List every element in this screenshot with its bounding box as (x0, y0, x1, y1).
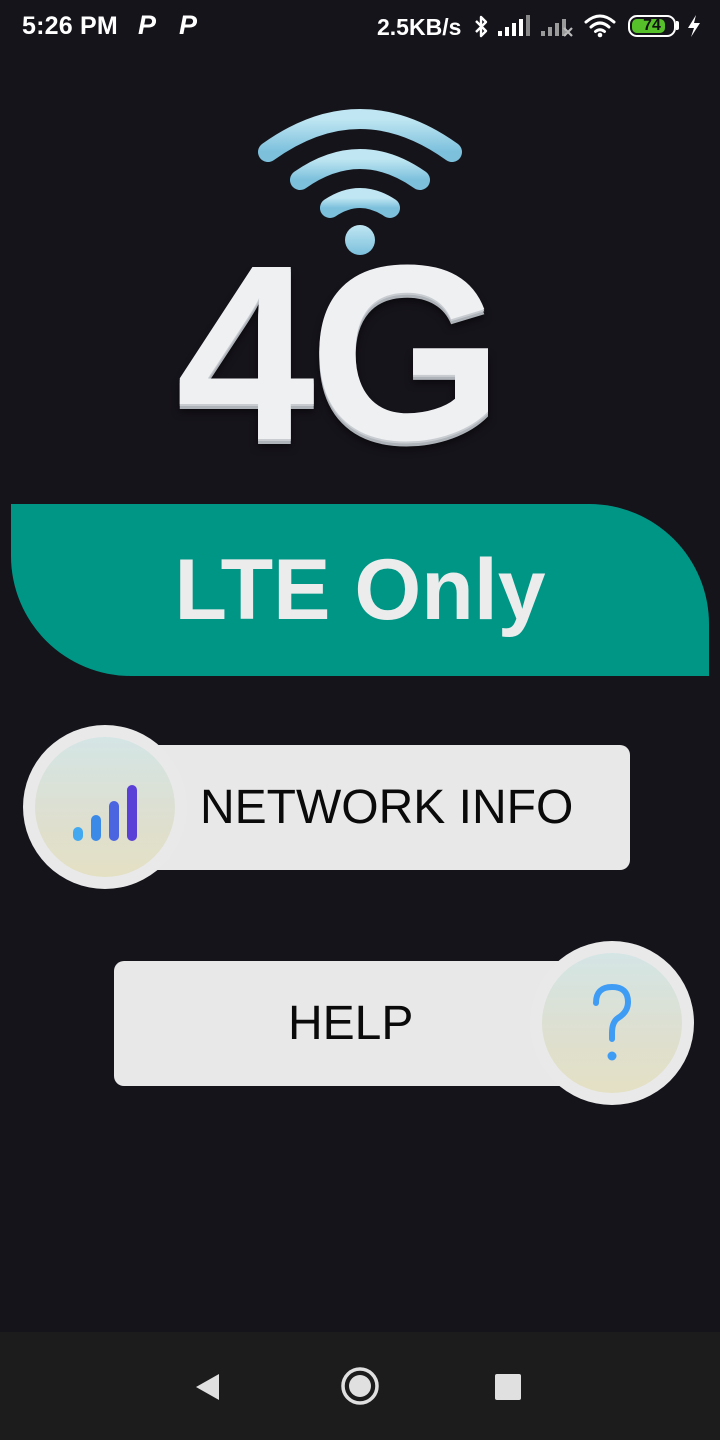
question-mark-icon (593, 983, 632, 1061)
battery-level: 74 (643, 17, 661, 34)
signal-no-service-icon (541, 19, 573, 37)
system-nav-bar (0, 1332, 720, 1440)
bluetooth-icon (475, 15, 488, 38)
lte-only-label: LTE Only (174, 542, 546, 638)
network-info-circle-inner (35, 737, 175, 877)
status-time: 5:26 PM (22, 12, 118, 40)
battery-icon: 74 (628, 15, 676, 37)
lte-only-banner: LTE Only (11, 504, 709, 676)
bolt-icon (688, 15, 700, 37)
signal-bars-icon (73, 785, 137, 841)
status-bar: 5:26 PM P P 2.5KB/s 74 (0, 0, 720, 56)
battery-nub (676, 21, 679, 30)
network-info-circle[interactable] (23, 725, 187, 889)
back-icon[interactable] (193, 1372, 221, 1402)
signal-icon (498, 15, 530, 36)
home-icon[interactable] (340, 1366, 380, 1406)
recents-icon[interactable] (495, 1374, 521, 1400)
help-button[interactable]: HELP (114, 961, 584, 1086)
help-circle-inner (542, 953, 682, 1093)
help-circle[interactable] (530, 941, 694, 1105)
network-info-label: NETWORK INFO (200, 781, 574, 834)
network-speed: 2.5KB/s (377, 14, 462, 40)
notification-p-icon: P (138, 10, 157, 40)
notification-p-icon-2: P (179, 10, 198, 40)
hero-4g-logo: 4G (176, 213, 504, 492)
network-info-button[interactable]: NETWORK INFO (140, 745, 630, 870)
help-label: HELP (288, 997, 414, 1050)
wifi-icon (584, 14, 616, 38)
